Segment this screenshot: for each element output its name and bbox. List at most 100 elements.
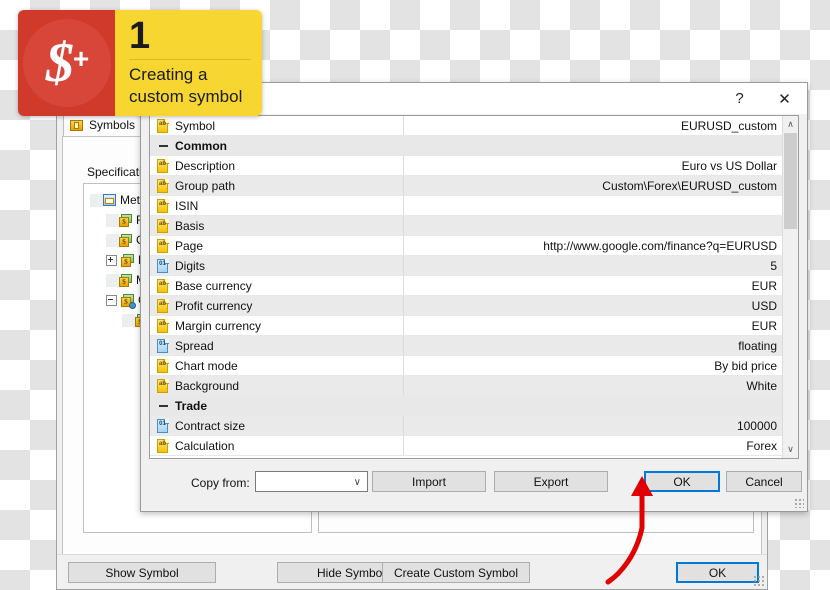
property-row[interactable]: ab Margin currency EUR [150, 316, 783, 336]
scroll-up-icon[interactable]: ∧ [783, 116, 798, 133]
property-row[interactable]: ab Base currency EUR [150, 276, 783, 296]
copy-from-select[interactable]: ∨ [255, 471, 368, 492]
collapse-icon[interactable] [159, 141, 168, 150]
property-group-row[interactable]: Common [150, 136, 783, 156]
property-row[interactable]: ab Chart mode By bid price [150, 356, 783, 376]
collapse-icon[interactable] [106, 294, 117, 306]
property-value-label: EUR [751, 318, 777, 333]
property-value-cell[interactable]: EUR [404, 316, 783, 335]
text-property-icon: ab [157, 158, 170, 173]
property-name-label: Digits [175, 258, 206, 273]
property-value-label: floating [738, 338, 777, 353]
number-property-icon: 01 [157, 418, 170, 433]
property-value-cell[interactable]: EUR [404, 276, 783, 295]
tab-symbols[interactable]: Symbols [63, 113, 145, 136]
close-glyph: ✕ [778, 90, 791, 108]
property-name-cell: ab Description [150, 156, 404, 175]
property-value-cell[interactable]: floating [404, 336, 783, 355]
resize-grip[interactable] [753, 575, 765, 587]
close-icon[interactable]: ✕ [762, 83, 807, 114]
property-row[interactable]: 01 Contract size 100000 [150, 416, 783, 436]
dialog-cancel-button[interactable]: Cancel [726, 471, 802, 492]
property-value-cell[interactable] [404, 216, 783, 235]
property-name-cell: ab Basis [150, 216, 404, 235]
property-value-cell[interactable]: Custom\Forex\EURUSD_custom [404, 176, 783, 195]
text-property-icon: ab [157, 438, 170, 453]
tree-guide-line [106, 233, 119, 247]
bgwin-ok-button[interactable]: OK [676, 562, 759, 583]
property-name-label: Profit currency [175, 298, 253, 313]
property-name-cell: ab Base currency [150, 276, 404, 295]
property-name-cell: 01 Contract size [150, 416, 404, 435]
property-name-label: Page [175, 238, 204, 253]
property-row[interactable]: 01 Spread floating [150, 336, 783, 356]
property-value-label: 100000 [736, 418, 777, 433]
scroll-down-icon[interactable]: ∨ [783, 441, 798, 458]
property-row[interactable]: 01 Digits 5 [150, 256, 783, 276]
property-row[interactable]: ab Page http://www.google.com/finance?q=EU… [150, 236, 783, 256]
show-symbol-label: Show Symbol [105, 565, 179, 580]
property-name-label: Chart mode [175, 358, 238, 373]
property-row[interactable]: ab Calculation Forex [150, 436, 783, 456]
dollar-glyph: $ [45, 32, 74, 94]
property-value-cell[interactable]: Forex [404, 436, 783, 455]
property-row[interactable]: ab Basis [150, 216, 783, 236]
text-property-icon: ab [157, 318, 170, 333]
scrollbar-thumb[interactable] [784, 133, 797, 229]
import-button[interactable]: Import [372, 471, 486, 492]
property-row[interactable]: ab ISIN [150, 196, 783, 216]
number-property-icon: 01 [157, 338, 170, 353]
text-property-icon: ab [157, 358, 170, 373]
show-symbol-button[interactable]: Show Symbol [68, 562, 216, 583]
property-value-label: Forex [746, 438, 777, 453]
property-name-label: Margin currency [175, 318, 262, 333]
badge-divider [129, 59, 251, 60]
badge-line-1: Creating a [129, 65, 208, 84]
chart-window-icon [103, 193, 116, 207]
property-group-row[interactable]: Trade [150, 396, 783, 416]
text-property-icon: ab [157, 298, 170, 313]
symbols-window-buttonbar: Show Symbol Hide Symbol Create Custom Sy… [57, 554, 767, 589]
properties-grid[interactable]: ab Symbol EURUSD_custom Common ab Description… [149, 115, 799, 459]
property-row[interactable]: ab Description Euro vs US Dollar [150, 156, 783, 176]
property-name-cell: 01 Digits [150, 256, 404, 275]
property-value-cell[interactable]: 100000 [404, 416, 783, 435]
expand-icon[interactable] [106, 254, 117, 266]
properties-scrollbar[interactable]: ∧ ∨ [782, 116, 798, 458]
property-name-cell: ab Symbol [150, 116, 404, 135]
tab-symbols-label: Symbols [89, 118, 136, 132]
property-value-cell[interactable]: USD [404, 296, 783, 315]
property-value-cell[interactable]: By bid price [404, 356, 783, 375]
property-value-cell[interactable]: 5 [404, 256, 783, 275]
help-icon[interactable]: ? [717, 83, 762, 114]
property-row[interactable]: ab Symbol EURUSD_custom [150, 116, 783, 136]
create-custom-symbol-button[interactable]: Create Custom Symbol [382, 562, 530, 583]
property-name-cell: ab ISIN [150, 196, 404, 215]
property-name-label: Trade [175, 398, 208, 413]
property-value-cell[interactable]: http://www.google.com/finance?q=EURUSD [404, 236, 783, 255]
property-value-label: USD [751, 298, 777, 313]
property-row[interactable]: ab Profit currency USD [150, 296, 783, 316]
collapse-icon[interactable] [159, 401, 168, 410]
property-name-cell: ab Calculation [150, 436, 404, 455]
dialog-resize-grip[interactable] [794, 498, 804, 508]
property-row[interactable]: ab Group path Custom\Forex\EURUSD_custom [150, 176, 783, 196]
property-value-cell[interactable]: Euro vs US Dollar [404, 156, 783, 175]
dialog-ok-button[interactable]: OK [644, 471, 720, 492]
export-button[interactable]: Export [494, 471, 608, 492]
property-row[interactable]: ab Background White [150, 376, 783, 396]
property-name-label: Symbol [175, 118, 216, 133]
tree-guide-line [90, 193, 103, 207]
badge-icon-panel: $ + [18, 10, 115, 116]
bgwin-ok-label: OK [708, 565, 727, 580]
property-value-cell[interactable] [404, 196, 783, 215]
text-property-icon: ab [157, 378, 170, 393]
property-value-label: By bid price [714, 358, 777, 373]
property-value-cell[interactable]: White [404, 376, 783, 395]
folder-dollar-icon: $ [119, 273, 132, 287]
property-value-cell[interactable]: EURUSD_custom [404, 116, 783, 135]
folder-dollar-gear-icon: $ [121, 293, 136, 309]
property-name-label: ISIN [175, 198, 199, 213]
property-name-label: Contract size [175, 418, 246, 433]
property-name-label: Group path [175, 178, 236, 193]
